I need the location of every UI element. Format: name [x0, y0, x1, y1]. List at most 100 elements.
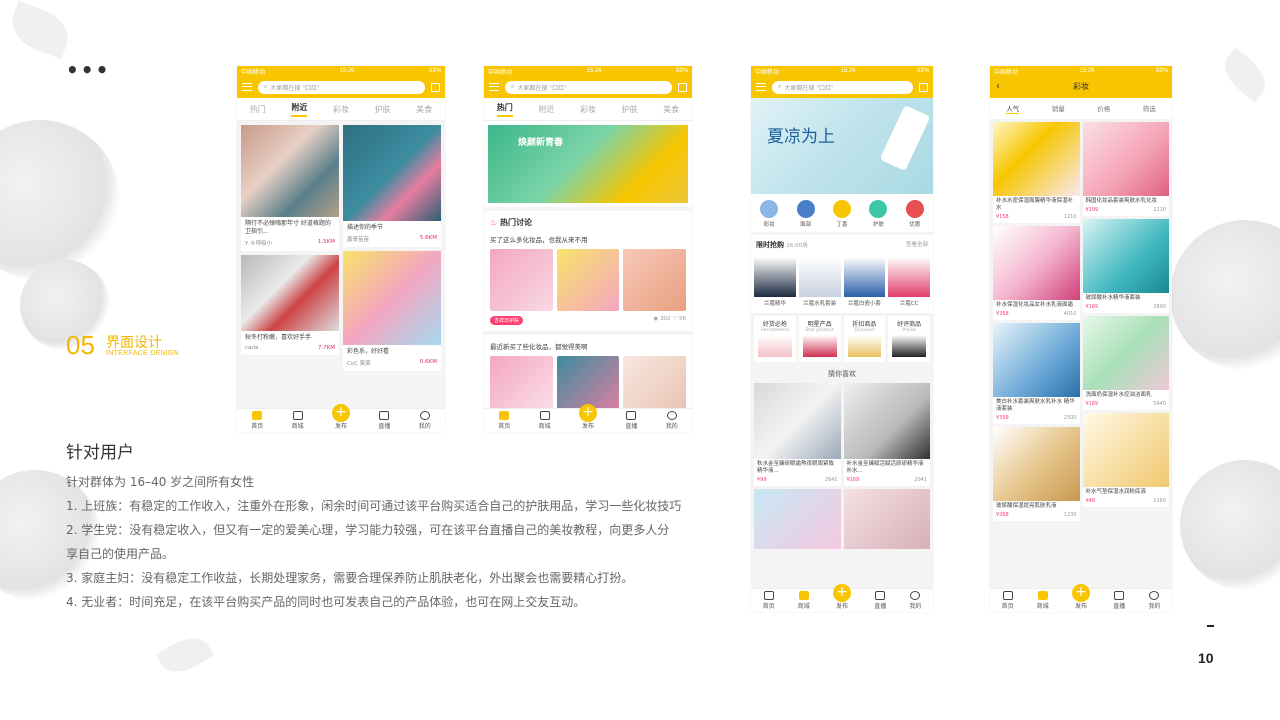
- tab-skincare[interactable]: 护肤: [622, 104, 638, 115]
- scan-icon[interactable]: [919, 82, 928, 92]
- tab-skincare[interactable]: 护肤: [375, 104, 391, 115]
- nav-home[interactable]: 首页: [763, 591, 775, 610]
- product-card[interactable]: 洗面奶保湿补水控油洁面乳 ¥169 5440: [1082, 316, 1169, 410]
- nav-profile[interactable]: 我的: [666, 411, 678, 430]
- clock: 15:26: [840, 68, 856, 74]
- nav-home[interactable]: 首页: [498, 411, 510, 430]
- flash-product[interactable]: 兰蔻精华: [754, 257, 796, 307]
- topic-question[interactable]: 买了这么多化妆品，也我从来不用: [484, 232, 692, 246]
- product-card[interactable]: 玻尿酸保湿提亮肌肤乳液 ¥268 1230: [993, 427, 1080, 521]
- category-item[interactable]: 面部: [796, 200, 815, 228]
- nav-profile[interactable]: 我的: [419, 411, 431, 430]
- nav-live[interactable]: 直播: [1113, 591, 1125, 610]
- topic-image[interactable]: [490, 249, 553, 311]
- user-icon: [1149, 591, 1160, 600]
- filter-price[interactable]: 价格: [1097, 103, 1110, 114]
- tab-food[interactable]: 美食: [416, 104, 432, 115]
- feature-block[interactable]: 明星产品 Star product: [798, 316, 841, 362]
- post-card[interactable]: 隔行不必弹嗨那年寸 好道格题的卫指引... Y 斗呼吸小 1.5KM: [241, 125, 339, 251]
- nav-label: 直播: [625, 423, 638, 430]
- nav-mall[interactable]: 商城: [798, 591, 810, 610]
- nav-publish[interactable]: + 发布: [833, 584, 851, 610]
- category-item[interactable]: 丁香: [832, 200, 851, 228]
- scan-icon[interactable]: [678, 82, 687, 92]
- nav-publish[interactable]: + 发布: [578, 404, 597, 430]
- product-card[interactable]: 补水金至臻赋活赋活原研精华液补水... ¥169 2041: [843, 383, 930, 486]
- search-icon: ⌕: [778, 83, 782, 90]
- product-card[interactable]: [754, 489, 841, 549]
- menu-icon[interactable]: [756, 83, 766, 91]
- search-input[interactable]: ⌕ 大家都在搜 "口红": [505, 80, 672, 94]
- nav-publish[interactable]: + 发布: [331, 404, 350, 430]
- product-card[interactable]: 秋水金至臻研眼霜熬夜眼周紧致精华液... ¥99 2641: [754, 383, 841, 486]
- product-price: ¥99: [757, 477, 767, 483]
- product-card[interactable]: [843, 489, 930, 549]
- summer-banner[interactable]: 夏凉为上: [751, 98, 933, 194]
- nav-profile[interactable]: 我的: [909, 591, 921, 610]
- filter-sales[interactable]: 销量: [1052, 103, 1065, 114]
- category-item[interactable]: 护肤: [869, 200, 888, 228]
- flash-product[interactable]: 兰蔻白瓷小套: [843, 257, 886, 307]
- back-icon[interactable]: ‹: [996, 76, 1000, 98]
- product-card[interactable]: 韩国化妆品套装爽肤水乳化妆 ¥199 1210: [1082, 122, 1169, 216]
- tab-hot[interactable]: 热门: [496, 102, 513, 117]
- menu-icon[interactable]: [242, 83, 252, 91]
- feature-block[interactable]: 好货必抢 Recommend: [754, 316, 796, 362]
- tab-food[interactable]: 美食: [663, 104, 679, 115]
- bottom-nav: 首页 商城 + 发布 直播 我的: [484, 404, 692, 432]
- nav-home[interactable]: 首页: [1002, 591, 1014, 610]
- promo-banner[interactable]: 焕颜新青春: [488, 125, 688, 203]
- search-input[interactable]: ⌕ 大家都在搜 "口红": [772, 80, 913, 94]
- status-bar: 中国移动 15:26 83%: [751, 66, 933, 76]
- tab-makeup[interactable]: 彩妆: [333, 104, 349, 115]
- tab-hot[interactable]: 热门: [250, 104, 266, 115]
- product-image: [892, 335, 926, 357]
- clock: 15:26: [586, 68, 602, 74]
- product-card[interactable]: 玻尿酸补水精华液套装 ¥169 2800: [1082, 219, 1169, 313]
- section-number: 05: [66, 330, 95, 360]
- nav-mall[interactable]: 商城: [539, 411, 551, 430]
- nav-live[interactable]: 直播: [625, 411, 637, 430]
- product-card[interactable]: 补水保湿化妆品女补水乳液面霜 ¥268 4010: [993, 226, 1080, 320]
- feature-block[interactable]: 折扣商品 Discount: [843, 316, 886, 362]
- tab-nearby[interactable]: 附近: [538, 104, 554, 115]
- menu-icon[interactable]: [489, 83, 499, 91]
- nav-home[interactable]: 首页: [251, 411, 263, 430]
- nav-mall[interactable]: 商城: [1037, 591, 1049, 610]
- category-item[interactable]: 彩妆: [760, 200, 779, 228]
- post-card[interactable]: 秋冬打粉嫩，喜欢好手手 carla 7.7KM: [241, 255, 339, 355]
- topic-tag[interactable]: 吉祥日护肤: [490, 316, 524, 325]
- nav-mall[interactable]: 商城: [292, 411, 304, 430]
- topic-image[interactable]: [623, 249, 687, 311]
- tab-makeup[interactable]: 彩妆: [580, 104, 596, 115]
- scan-icon[interactable]: [431, 82, 440, 92]
- product-grid: 补水水密保湿面膜精华液保湿补水 ¥158 1210 补水保湿化妆品女补水乳液面霜 ¥2…: [990, 119, 1172, 524]
- post-card[interactable]: 描述你的季节 鑫哥苗苗 5.6KM: [343, 125, 441, 247]
- battery: 83%: [1155, 68, 1168, 74]
- topic-image[interactable]: [556, 249, 620, 311]
- product-title: 玻尿酸补水精华液套装: [1085, 295, 1141, 301]
- section-title: 界面设计: [106, 334, 162, 350]
- product-card[interactable]: 补水水密保湿面膜精华液保湿补水 ¥158 1210: [993, 122, 1080, 223]
- post-card[interactable]: 彩色系，好好看 CoC 笑笑 0.6KM: [343, 251, 441, 371]
- view-all-link[interactable]: 查看全部: [906, 240, 928, 250]
- flash-product[interactable]: 兰蔻CC: [888, 257, 930, 307]
- category-item[interactable]: 优惠: [905, 200, 924, 228]
- feature-block[interactable]: 好评商品 Praise: [888, 316, 930, 362]
- product-price: ¥158: [996, 214, 1009, 220]
- search-bar: ⌕ 大家都在搜 "口红": [484, 76, 692, 98]
- topic-question[interactable]: 最近新买了些化妆品，都觉得美啊: [484, 335, 692, 353]
- users-line: 1. 上班族：有稳定的工作收入，注重外在形象，闲余时间可通过该平台购买适合自己的…: [66, 499, 682, 513]
- search-input[interactable]: ⌕ 大家都在搜 "口红": [258, 80, 425, 94]
- filter-popular[interactable]: 人气: [1006, 103, 1020, 114]
- flash-product[interactable]: 兰蔻水乳套装: [798, 257, 841, 307]
- product-sold: 2641: [824, 477, 838, 483]
- filter-more[interactable]: 筛选: [1143, 103, 1156, 114]
- product-card[interactable]: 美白补水套装爽肤水乳补水 精华液套装 ¥399 2500: [993, 323, 1080, 424]
- nav-live[interactable]: 直播: [874, 591, 886, 610]
- tab-nearby[interactable]: 附近: [291, 102, 308, 117]
- nav-publish[interactable]: + 发布: [1072, 584, 1090, 610]
- nav-profile[interactable]: 我的: [1148, 591, 1160, 610]
- product-card[interactable]: 补水气垫保湿水润粉底液 ¥48 1160: [1082, 413, 1169, 507]
- nav-live[interactable]: 直播: [378, 411, 390, 430]
